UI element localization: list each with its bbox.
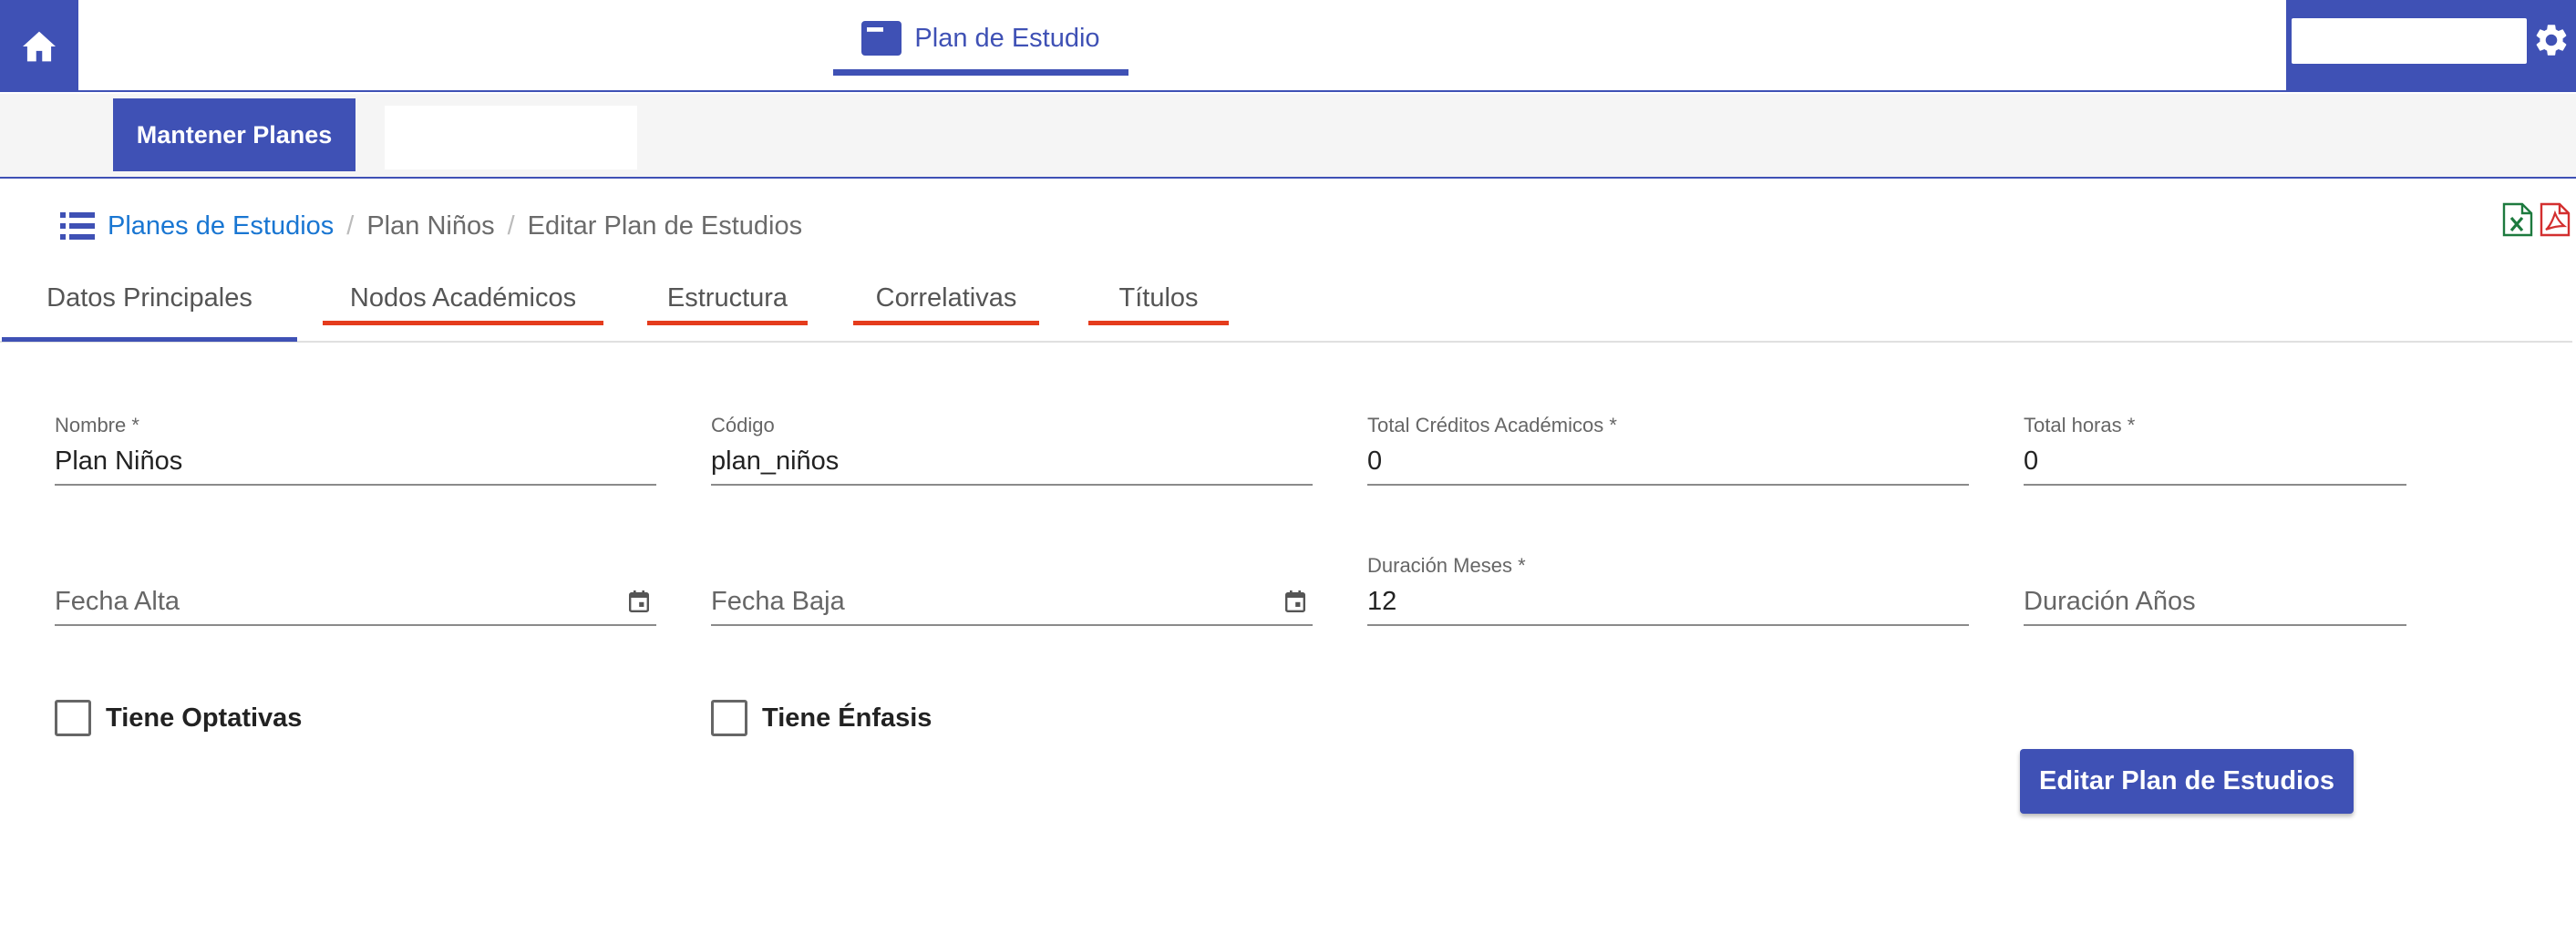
codigo-underline xyxy=(711,484,1313,486)
enfasis-checkbox[interactable] xyxy=(711,700,747,736)
list-icon xyxy=(60,212,95,240)
calendar-icon[interactable] xyxy=(1285,590,1305,612)
codigo-field[interactable]: Código plan_niños xyxy=(711,410,1313,488)
fecha-baja-field[interactable]: Fecha Baja xyxy=(711,550,1313,629)
document-icon xyxy=(861,21,902,56)
home-icon xyxy=(23,31,56,61)
calendar-icon[interactable] xyxy=(629,590,649,612)
creditos-underline xyxy=(1367,484,1969,486)
nombre-label: Nombre * xyxy=(55,414,139,436)
active-tab-indicator xyxy=(2,337,297,342)
horas-underline xyxy=(2024,484,2406,486)
settings-button[interactable] xyxy=(2530,17,2572,63)
duracion-anios-field[interactable]: Duración Años xyxy=(2024,550,2406,629)
breadcrumb-planes-de-estudios[interactable]: Planes de Estudios xyxy=(108,211,334,241)
fecha-baja-underline xyxy=(711,624,1313,626)
excel-icon xyxy=(2502,202,2533,237)
duracion-meses-value: 12 xyxy=(1367,587,1397,616)
tab-nodos-academicos[interactable]: Nodos Académicos xyxy=(323,268,603,328)
main-tab-label: Plan de Estudio xyxy=(914,23,1100,53)
export-pdf-button[interactable] xyxy=(2540,202,2571,237)
breadcrumb-editar-plan: Editar Plan de Estudios xyxy=(527,210,803,241)
creditos-value: 0 xyxy=(1367,446,1383,476)
gear-icon xyxy=(2536,25,2567,56)
tab-error-indicator xyxy=(853,321,1039,325)
codigo-value: plan_niños xyxy=(711,446,840,476)
mantener-planes-button[interactable]: Mantener Planes xyxy=(113,98,355,171)
tab-plan-de-estudio[interactable]: Plan de Estudio xyxy=(833,0,1128,77)
breadcrumb-plan-ninos: Plan Niños xyxy=(366,210,495,241)
main-tab-indicator xyxy=(833,69,1128,76)
fecha-alta-underline xyxy=(55,624,656,626)
nombre-field[interactable]: Nombre * Plan Niños xyxy=(55,410,656,488)
enfasis-label: Tiene Énfasis xyxy=(762,703,933,733)
fecha-alta-placeholder: Fecha Alta xyxy=(55,587,180,616)
header-search-input[interactable] xyxy=(2292,18,2527,64)
creditos-field[interactable]: Total Créditos Académicos * 0 xyxy=(1367,410,1969,488)
home-button[interactable] xyxy=(0,0,78,92)
nombre-underline xyxy=(55,484,656,486)
optativas-label: Tiene Optativas xyxy=(106,703,303,733)
tab-error-indicator xyxy=(647,321,808,325)
breadcrumb-separator: / xyxy=(346,210,355,241)
header-right-panel xyxy=(2286,0,2576,92)
tabs-bar: Datos Principales Nodos Académicos Estru… xyxy=(0,268,2572,343)
pdf-icon xyxy=(2540,202,2571,237)
editar-plan-button[interactable]: Editar Plan de Estudios xyxy=(2020,749,2354,814)
tab-datos-principales[interactable]: Datos Principales xyxy=(2,268,297,328)
duracion-anios-underline xyxy=(2024,624,2406,626)
tab-correlativas[interactable]: Correlativas xyxy=(853,268,1039,328)
duracion-anios-placeholder: Duración Años xyxy=(2024,587,2196,616)
horas-label: Total horas * xyxy=(2024,414,2136,436)
duracion-meses-underline xyxy=(1367,624,1969,626)
tab-titulos[interactable]: Títulos xyxy=(1088,268,1229,328)
horas-value: 0 xyxy=(2024,446,2039,476)
optativas-checkbox[interactable] xyxy=(55,700,91,736)
breadcrumb: Planes de Estudios / Plan Niños / Editar… xyxy=(60,206,802,246)
tab-estructura[interactable]: Estructura xyxy=(647,268,808,328)
tab-error-indicator xyxy=(323,321,603,325)
breadcrumb-separator: / xyxy=(507,210,515,241)
duracion-meses-field[interactable]: Duración Meses * 12 xyxy=(1367,550,1969,629)
export-excel-button[interactable] xyxy=(2502,202,2533,237)
fecha-baja-placeholder: Fecha Baja xyxy=(711,587,845,616)
tab-error-indicator xyxy=(1088,321,1229,325)
creditos-label: Total Créditos Académicos * xyxy=(1367,414,1617,436)
enfasis-checkbox-row[interactable]: Tiene Énfasis xyxy=(711,700,932,736)
optativas-checkbox-row[interactable]: Tiene Optativas xyxy=(55,700,302,736)
nombre-value: Plan Niños xyxy=(55,446,183,476)
sub-bar-blank-field[interactable] xyxy=(385,106,637,169)
duracion-meses-label: Duración Meses * xyxy=(1367,554,1526,577)
codigo-label: Código xyxy=(711,414,775,436)
top-bar: Plan de Estudio xyxy=(0,0,2576,92)
fecha-alta-field[interactable]: Fecha Alta xyxy=(55,550,656,629)
sub-bar: Mantener Planes xyxy=(0,94,2576,179)
horas-field[interactable]: Total horas * 0 xyxy=(2024,410,2406,488)
